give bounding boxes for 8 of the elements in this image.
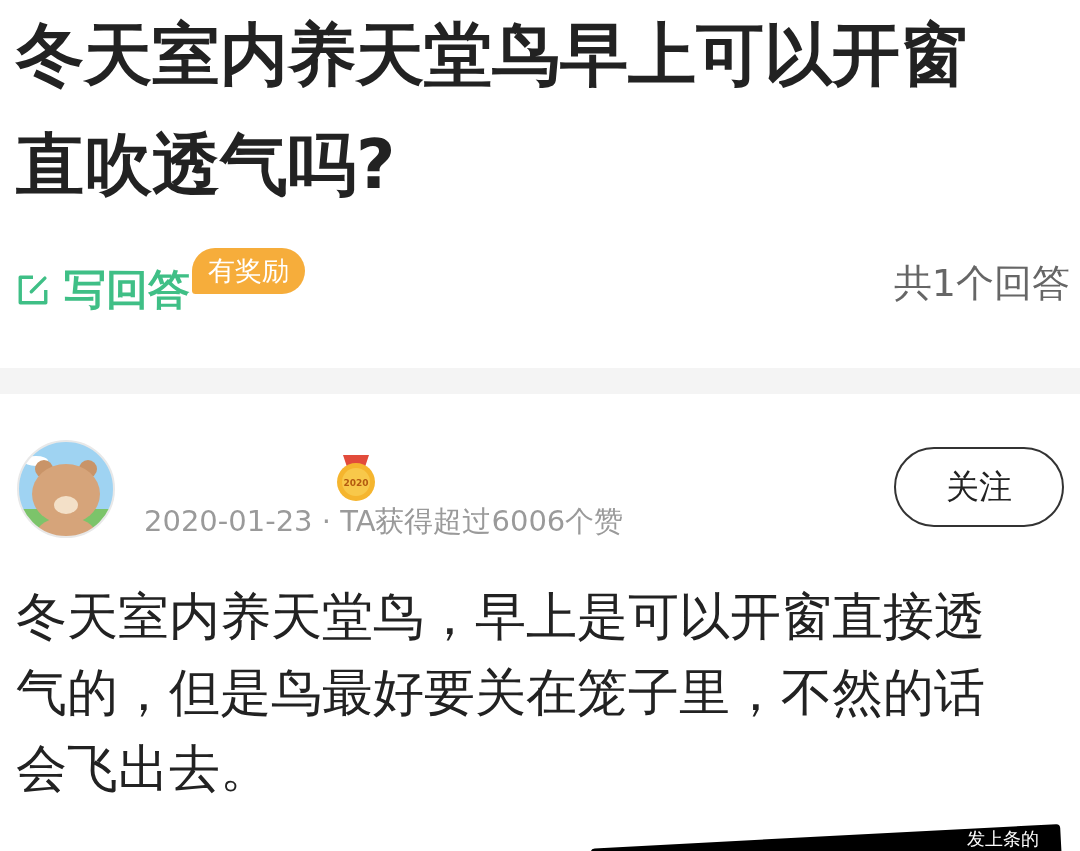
question-title: 冬天室内养天堂鸟早上可以开窗直吹透气吗?	[16, 14, 969, 206]
reward-badge: 有奖励	[192, 248, 305, 294]
edit-icon	[16, 273, 50, 307]
answer-text: 冬天室内养天堂鸟，早上是可以开窗直接透气的，但是鸟最好要关在笼子里，不然的话会飞出去。	[16, 586, 986, 800]
follow-button[interactable]: 关注	[894, 447, 1064, 527]
answer-count: 共1个回答	[893, 259, 1070, 307]
caption-text: 发上条的	[966, 827, 1039, 849]
answer-meta: 2020-01-23 · TA获得超过6006个赞	[144, 503, 624, 539]
